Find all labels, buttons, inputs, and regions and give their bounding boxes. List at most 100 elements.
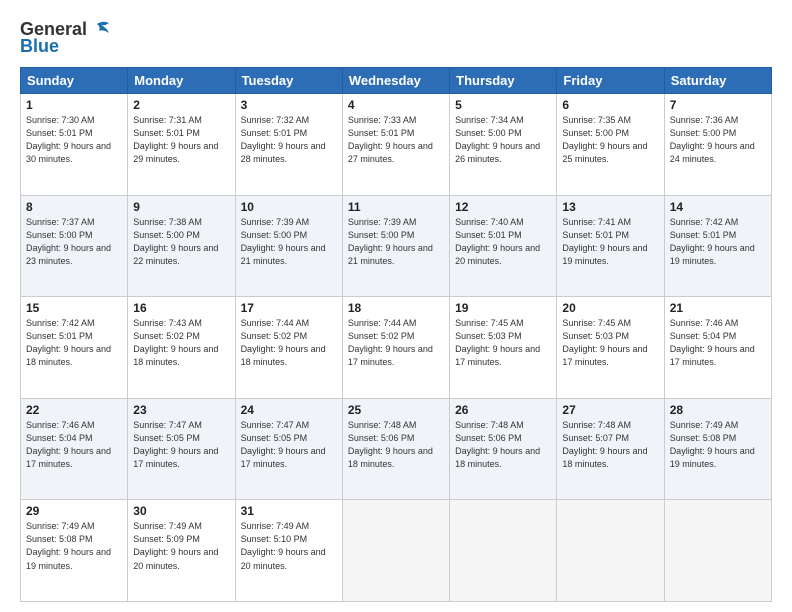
day-info: Sunrise: 7:30 AMSunset: 5:01 PMDaylight:… xyxy=(26,115,111,164)
empty-cell xyxy=(342,500,449,602)
day-info: Sunrise: 7:42 AMSunset: 5:01 PMDaylight:… xyxy=(26,318,111,367)
day-info: Sunrise: 7:40 AMSunset: 5:01 PMDaylight:… xyxy=(455,217,540,266)
day-info: Sunrise: 7:36 AMSunset: 5:00 PMDaylight:… xyxy=(670,115,755,164)
day-info: Sunrise: 7:44 AMSunset: 5:02 PMDaylight:… xyxy=(241,318,326,367)
day-info: Sunrise: 7:32 AMSunset: 5:01 PMDaylight:… xyxy=(241,115,326,164)
col-tuesday: Tuesday xyxy=(235,68,342,94)
day-number: 3 xyxy=(241,98,337,112)
logo: General Blue xyxy=(20,18,111,57)
day-cell-7: 7 Sunrise: 7:36 AMSunset: 5:00 PMDaylight… xyxy=(664,94,771,196)
day-number: 31 xyxy=(241,504,337,518)
day-number: 2 xyxy=(133,98,229,112)
day-info: Sunrise: 7:48 AMSunset: 5:06 PMDaylight:… xyxy=(348,420,433,469)
logo-bird-icon xyxy=(89,18,111,40)
day-cell-27: 27 Sunrise: 7:48 AMSunset: 5:07 PMDayligh… xyxy=(557,398,664,500)
day-info: Sunrise: 7:42 AMSunset: 5:01 PMDaylight:… xyxy=(670,217,755,266)
day-info: Sunrise: 7:41 AMSunset: 5:01 PMDaylight:… xyxy=(562,217,647,266)
day-number: 7 xyxy=(670,98,766,112)
day-cell-3: 3 Sunrise: 7:32 AMSunset: 5:01 PMDaylight… xyxy=(235,94,342,196)
day-info: Sunrise: 7:48 AMSunset: 5:07 PMDaylight:… xyxy=(562,420,647,469)
day-number: 18 xyxy=(348,301,444,315)
day-number: 17 xyxy=(241,301,337,315)
day-cell-21: 21 Sunrise: 7:46 AMSunset: 5:04 PMDayligh… xyxy=(664,297,771,399)
day-info: Sunrise: 7:43 AMSunset: 5:02 PMDaylight:… xyxy=(133,318,218,367)
empty-cell xyxy=(664,500,771,602)
day-number: 13 xyxy=(562,200,658,214)
day-info: Sunrise: 7:46 AMSunset: 5:04 PMDaylight:… xyxy=(26,420,111,469)
col-friday: Friday xyxy=(557,68,664,94)
empty-cell xyxy=(557,500,664,602)
calendar-header-row: Sunday Monday Tuesday Wednesday Thursday… xyxy=(21,68,772,94)
day-info: Sunrise: 7:47 AMSunset: 5:05 PMDaylight:… xyxy=(241,420,326,469)
calendar-week-5: 29 Sunrise: 7:49 AMSunset: 5:08 PMDayligh… xyxy=(21,500,772,602)
day-info: Sunrise: 7:39 AMSunset: 5:00 PMDaylight:… xyxy=(348,217,433,266)
day-cell-14: 14 Sunrise: 7:42 AMSunset: 5:01 PMDayligh… xyxy=(664,195,771,297)
day-number: 25 xyxy=(348,403,444,417)
day-info: Sunrise: 7:49 AMSunset: 5:08 PMDaylight:… xyxy=(670,420,755,469)
day-cell-16: 16 Sunrise: 7:43 AMSunset: 5:02 PMDayligh… xyxy=(128,297,235,399)
calendar-week-4: 22 Sunrise: 7:46 AMSunset: 5:04 PMDayligh… xyxy=(21,398,772,500)
day-number: 21 xyxy=(670,301,766,315)
calendar-table: Sunday Monday Tuesday Wednesday Thursday… xyxy=(20,67,772,602)
day-number: 29 xyxy=(26,504,122,518)
day-cell-30: 30 Sunrise: 7:49 AMSunset: 5:09 PMDayligh… xyxy=(128,500,235,602)
calendar-week-2: 8 Sunrise: 7:37 AMSunset: 5:00 PMDaylight… xyxy=(21,195,772,297)
day-info: Sunrise: 7:46 AMSunset: 5:04 PMDaylight:… xyxy=(670,318,755,367)
col-sunday: Sunday xyxy=(21,68,128,94)
day-cell-24: 24 Sunrise: 7:47 AMSunset: 5:05 PMDayligh… xyxy=(235,398,342,500)
day-number: 16 xyxy=(133,301,229,315)
day-cell-1: 1 Sunrise: 7:30 AMSunset: 5:01 PMDaylight… xyxy=(21,94,128,196)
day-cell-26: 26 Sunrise: 7:48 AMSunset: 5:06 PMDayligh… xyxy=(450,398,557,500)
day-number: 20 xyxy=(562,301,658,315)
day-cell-4: 4Sunrise: 7:33 AMSunset: 5:01 PMDaylight… xyxy=(342,94,449,196)
day-number: 1 xyxy=(26,98,122,112)
day-info: Sunrise: 7:37 AMSunset: 5:00 PMDaylight:… xyxy=(26,217,111,266)
day-info: Sunrise: 7:48 AMSunset: 5:06 PMDaylight:… xyxy=(455,420,540,469)
day-number: 12 xyxy=(455,200,551,214)
day-info: Sunrise: 7:34 AMSunset: 5:00 PMDaylight:… xyxy=(455,115,540,164)
day-number: 15 xyxy=(26,301,122,315)
day-info: Sunrise: 7:49 AMSunset: 5:10 PMDaylight:… xyxy=(241,521,326,570)
day-cell-13: 13 Sunrise: 7:41 AMSunset: 5:01 PMDayligh… xyxy=(557,195,664,297)
empty-cell xyxy=(450,500,557,602)
day-info: Sunrise: 7:45 AMSunset: 5:03 PMDaylight:… xyxy=(455,318,540,367)
day-info: Sunrise: 7:31 AMSunset: 5:01 PMDaylight:… xyxy=(133,115,218,164)
day-cell-29: 29 Sunrise: 7:49 AMSunset: 5:08 PMDayligh… xyxy=(21,500,128,602)
col-saturday: Saturday xyxy=(664,68,771,94)
day-number: 27 xyxy=(562,403,658,417)
day-number: 11 xyxy=(348,200,444,214)
day-cell-19: 19 Sunrise: 7:45 AMSunset: 5:03 PMDayligh… xyxy=(450,297,557,399)
day-cell-2: 2 Sunrise: 7:31 AMSunset: 5:01 PMDaylight… xyxy=(128,94,235,196)
day-cell-23: 23Sunrise: 7:47 AMSunset: 5:05 PMDayligh… xyxy=(128,398,235,500)
day-cell-11: 11 Sunrise: 7:39 AMSunset: 5:00 PMDayligh… xyxy=(342,195,449,297)
day-number: 30 xyxy=(133,504,229,518)
day-number: 4 xyxy=(348,98,444,112)
day-info: Sunrise: 7:49 AMSunset: 5:09 PMDaylight:… xyxy=(133,521,218,570)
day-info: Sunrise: 7:49 AMSunset: 5:08 PMDaylight:… xyxy=(26,521,111,570)
day-info: Sunrise: 7:45 AMSunset: 5:03 PMDaylight:… xyxy=(562,318,647,367)
day-cell-31: 31 Sunrise: 7:49 AMSunset: 5:10 PMDayligh… xyxy=(235,500,342,602)
calendar-week-3: 15 Sunrise: 7:42 AMSunset: 5:01 PMDayligh… xyxy=(21,297,772,399)
day-number: 19 xyxy=(455,301,551,315)
page: General Blue Sunday Monday Tuesday Wedne… xyxy=(0,0,792,612)
col-monday: Monday xyxy=(128,68,235,94)
day-cell-10: 10 Sunrise: 7:39 AMSunset: 5:00 PMDayligh… xyxy=(235,195,342,297)
day-cell-17: 17 Sunrise: 7:44 AMSunset: 5:02 PMDayligh… xyxy=(235,297,342,399)
day-info: Sunrise: 7:44 AMSunset: 5:02 PMDaylight:… xyxy=(348,318,433,367)
day-number: 24 xyxy=(241,403,337,417)
day-info: Sunrise: 7:38 AMSunset: 5:00 PMDaylight:… xyxy=(133,217,218,266)
day-number: 26 xyxy=(455,403,551,417)
day-number: 5 xyxy=(455,98,551,112)
day-number: 23 xyxy=(133,403,229,417)
day-info: Sunrise: 7:39 AMSunset: 5:00 PMDaylight:… xyxy=(241,217,326,266)
calendar-week-1: 1 Sunrise: 7:30 AMSunset: 5:01 PMDaylight… xyxy=(21,94,772,196)
day-cell-18: 18 Sunrise: 7:44 AMSunset: 5:02 PMDayligh… xyxy=(342,297,449,399)
header: General Blue xyxy=(20,18,772,57)
col-thursday: Thursday xyxy=(450,68,557,94)
day-number: 10 xyxy=(241,200,337,214)
day-number: 28 xyxy=(670,403,766,417)
day-number: 14 xyxy=(670,200,766,214)
day-number: 8 xyxy=(26,200,122,214)
col-wednesday: Wednesday xyxy=(342,68,449,94)
day-number: 22 xyxy=(26,403,122,417)
